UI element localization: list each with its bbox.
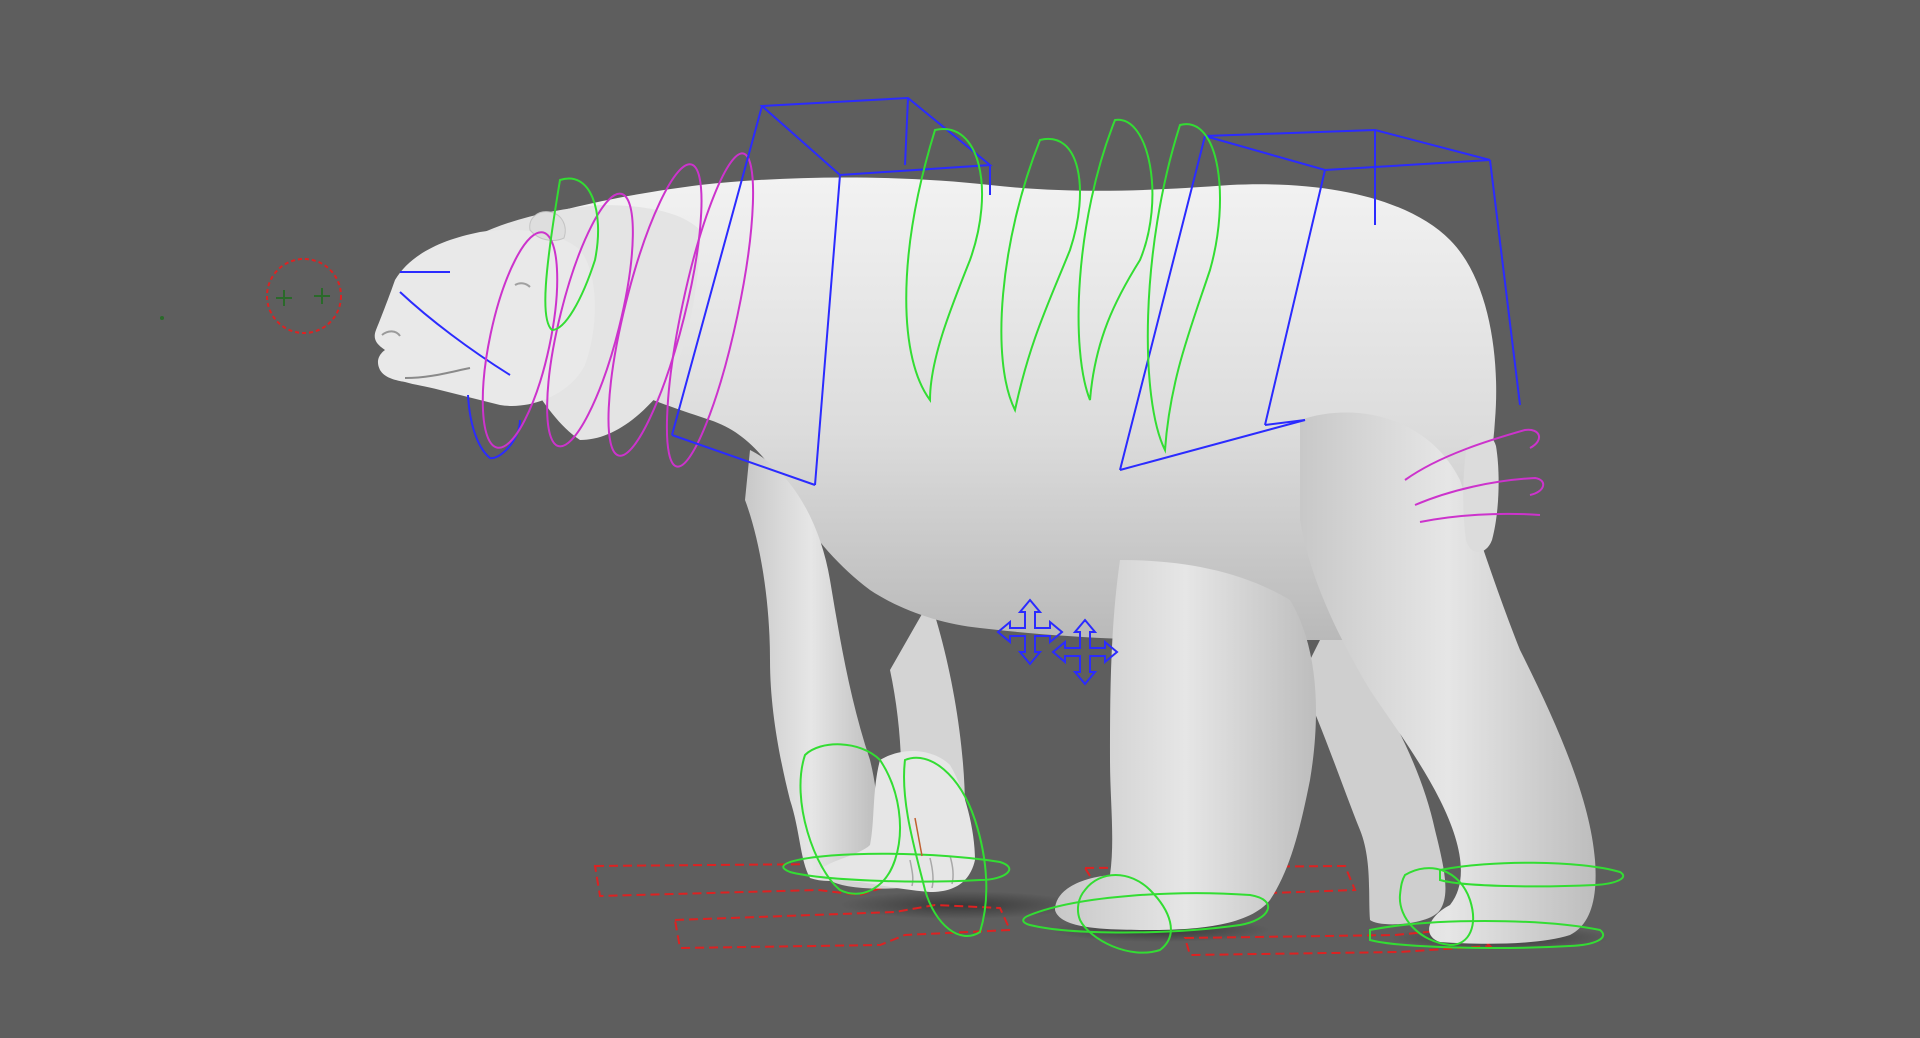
bear-head[interactable] [374,229,595,406]
eye-aim-control[interactable] [266,258,342,334]
viewport-scene[interactable] [0,0,1920,1038]
eye-aim-crosses [276,288,330,306]
world-pivot-marker [160,316,164,320]
3d-viewport[interactable] [0,0,1920,1038]
shadow-front-paw [840,891,1080,919]
bear-tail[interactable] [1463,433,1499,552]
